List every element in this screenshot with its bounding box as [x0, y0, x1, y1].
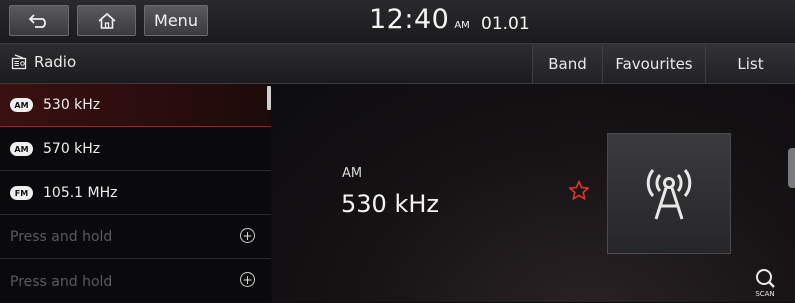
- clock: 12:40 AM: [369, 4, 470, 40]
- clock-ampm: AM: [454, 20, 470, 31]
- side-panel-handle[interactable]: [788, 148, 795, 188]
- page-title-text: Radio: [34, 53, 77, 71]
- tab-list[interactable]: List: [705, 44, 795, 83]
- preset-item-1[interactable]: AM 530 kHz: [0, 84, 271, 127]
- menu-button[interactable]: Menu: [144, 5, 208, 36]
- star-outline-icon: [569, 180, 589, 200]
- list-scrollbar[interactable]: [267, 86, 271, 110]
- page-title: Radio: [11, 53, 76, 71]
- scan-search-icon: [756, 269, 775, 288]
- band-badge: FM: [10, 186, 33, 200]
- clock-time: 12:40: [369, 4, 450, 35]
- band-badge: AM: [10, 98, 33, 112]
- back-button[interactable]: [9, 5, 69, 36]
- preset-item-3[interactable]: FM 105.1 MHz: [0, 172, 271, 215]
- radio-icon: [11, 54, 27, 70]
- now-playing-panel: AM 530 kHz SCAN: [272, 84, 795, 302]
- add-preset-icon[interactable]: +: [240, 272, 255, 287]
- preset-frequency: 530 kHz: [43, 97, 101, 113]
- preset-frequency: 570 kHz: [43, 141, 101, 157]
- sub-header: Radio Band Favourites List: [0, 44, 795, 84]
- preset-frequency: 105.1 MHz: [43, 185, 118, 201]
- band-badge: AM: [10, 142, 33, 156]
- tab-band[interactable]: Band: [532, 44, 602, 83]
- add-preset-icon[interactable]: +: [240, 228, 255, 243]
- home-button[interactable]: [77, 5, 136, 36]
- scan-label: SCAN: [755, 290, 775, 298]
- station-art: [607, 133, 731, 254]
- date: 01.01: [481, 14, 530, 34]
- broadcast-antenna-icon: [646, 168, 692, 219]
- scan-button[interactable]: SCAN: [750, 267, 780, 301]
- tab-favourites[interactable]: Favourites: [602, 44, 705, 83]
- preset-item-2[interactable]: AM 570 kHz: [0, 128, 271, 171]
- preset-placeholder: Press and hold: [10, 229, 113, 245]
- preset-item-empty-4[interactable]: Press and hold +: [0, 216, 271, 259]
- home-icon: [97, 12, 116, 29]
- preset-item-empty-5[interactable]: Press and hold +: [0, 260, 271, 303]
- top-bar: Menu 12:40 AM 01.01: [0, 0, 795, 44]
- preset-list: AM 530 kHz AM 570 kHz FM 105.1 MHz Press…: [0, 84, 271, 302]
- preset-placeholder: Press and hold: [10, 273, 113, 290]
- favourite-button[interactable]: [568, 180, 590, 205]
- back-arrow-icon: [28, 13, 46, 28]
- current-band: AM: [342, 166, 363, 181]
- current-frequency: 530 kHz: [341, 190, 439, 218]
